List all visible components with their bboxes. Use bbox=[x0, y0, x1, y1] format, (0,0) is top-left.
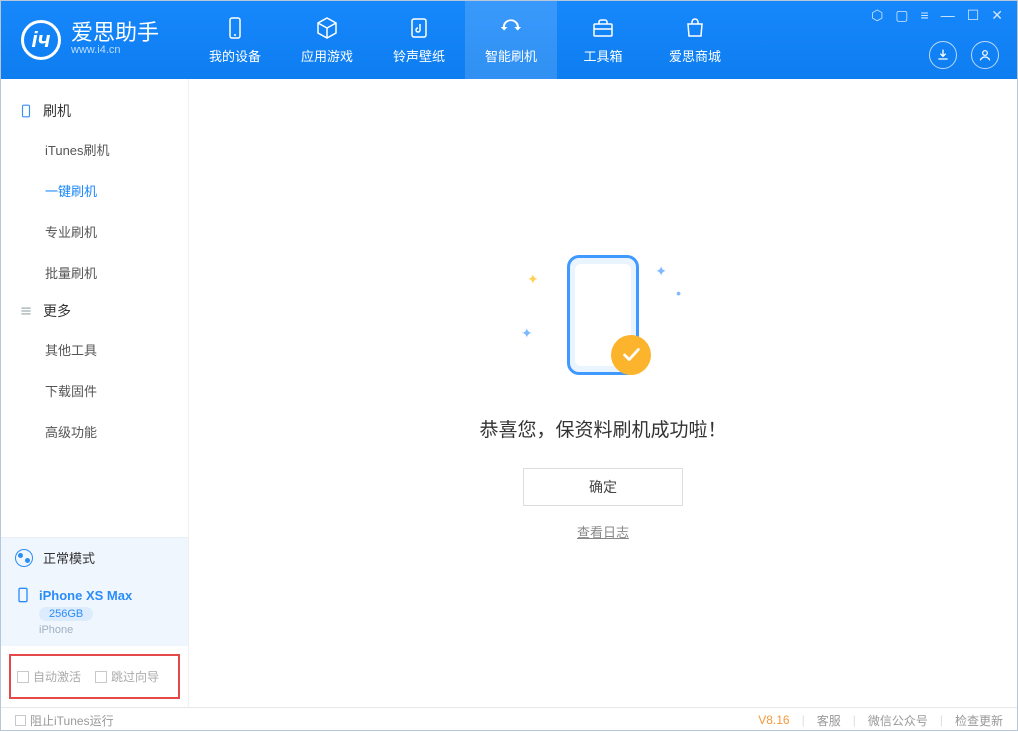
storage-pill: 256GB bbox=[39, 607, 93, 621]
group-label: 更多 bbox=[43, 301, 71, 321]
shirt-icon[interactable]: ⬡ bbox=[871, 7, 883, 27]
menu-icon[interactable]: ≡ bbox=[921, 7, 929, 27]
result-illustration: ✦ ✦ ✦ • bbox=[533, 245, 673, 385]
version-label: V8.16 bbox=[758, 713, 789, 727]
phone-icon bbox=[222, 16, 248, 40]
sparkle-icon: ✦ bbox=[655, 263, 667, 280]
nav-store[interactable]: 爱思商城 bbox=[649, 1, 741, 79]
separator: | bbox=[802, 713, 805, 727]
sidebar-nav: 刷机 iTunes刷机 一键刷机 专业刷机 批量刷机 更多 其他工具 下载固件 … bbox=[1, 79, 188, 537]
logo-icon: iч bbox=[21, 20, 61, 60]
nav-device[interactable]: 我的设备 bbox=[189, 1, 281, 79]
bag-icon bbox=[682, 16, 708, 40]
nav-ringtone[interactable]: 铃声壁纸 bbox=[373, 1, 465, 79]
success-message: 恭喜您，保资料刷机成功啦！ bbox=[479, 415, 726, 442]
header: iч 爱思助手 www.i4.cn 我的设备 应用游戏 铃声壁纸 智能刷机 工具… bbox=[1, 1, 1017, 79]
sidebar-item-oneclick[interactable]: 一键刷机 bbox=[1, 170, 188, 211]
group-label: 刷机 bbox=[43, 101, 71, 121]
status-bar: 阻止iTunes运行 V8.16 | 客服 | 微信公众号 | 检查更新 bbox=[1, 707, 1017, 732]
nav-label: 智能刷机 bbox=[485, 46, 537, 65]
nav-label: 应用游戏 bbox=[301, 46, 353, 65]
checkbox-icon bbox=[17, 671, 29, 683]
sidebar-item-firmware[interactable]: 下载固件 bbox=[1, 370, 188, 411]
support-link[interactable]: 客服 bbox=[817, 712, 841, 729]
checkbox-icon bbox=[15, 715, 26, 726]
mode-label: 正常模式 bbox=[43, 548, 95, 567]
checkbox-label: 跳过向导 bbox=[111, 668, 159, 685]
nav-toolbox[interactable]: 工具箱 bbox=[557, 1, 649, 79]
sidebar-item-other[interactable]: 其他工具 bbox=[1, 329, 188, 370]
user-icon bbox=[977, 47, 993, 63]
mode-box[interactable]: 正常模式 bbox=[1, 538, 188, 577]
device-type: iPhone bbox=[39, 624, 174, 636]
status-right: V8.16 | 客服 | 微信公众号 | 检查更新 bbox=[758, 712, 1003, 729]
checkbox-label: 自动激活 bbox=[33, 668, 81, 685]
nav-label: 铃声壁纸 bbox=[393, 46, 445, 65]
nav-flash[interactable]: 智能刷机 bbox=[465, 1, 557, 79]
sidebar-group-more: 更多 bbox=[1, 293, 188, 329]
checkbox-label: 阻止iTunes运行 bbox=[30, 712, 114, 729]
sparkle-icon: • bbox=[676, 285, 681, 301]
box-icon[interactable]: ▢ bbox=[895, 7, 908, 27]
sidebar-item-itunes[interactable]: iTunes刷机 bbox=[1, 129, 188, 170]
footer-options-highlighted: 自动激活 跳过向导 bbox=[9, 654, 180, 699]
user-button[interactable] bbox=[971, 41, 999, 69]
sparkle-icon: ✦ bbox=[527, 271, 539, 288]
sidebar-bottom: 正常模式 iPhone XS Max 256GB iPhone 自动激活 跳过向… bbox=[1, 537, 188, 707]
wechat-link[interactable]: 微信公众号 bbox=[868, 712, 928, 729]
main-content: ✦ ✦ ✦ • 恭喜您，保资料刷机成功啦！ 确定 查看日志 bbox=[189, 79, 1017, 707]
maximize-button[interactable]: ☐ bbox=[967, 7, 980, 27]
minimize-button[interactable]: — bbox=[941, 7, 955, 27]
download-icon bbox=[935, 47, 951, 63]
check-icon bbox=[620, 344, 642, 366]
block-itunes-checkbox[interactable]: 阻止iTunes运行 bbox=[15, 712, 114, 729]
nav-apps[interactable]: 应用游戏 bbox=[281, 1, 373, 79]
nav-label: 我的设备 bbox=[209, 46, 261, 65]
skip-guide-checkbox[interactable]: 跳过向导 bbox=[95, 668, 159, 685]
logo-text: 爱思助手 www.i4.cn bbox=[71, 22, 159, 57]
sidebar: 刷机 iTunes刷机 一键刷机 专业刷机 批量刷机 更多 其他工具 下载固件 … bbox=[1, 79, 189, 707]
check-update-link[interactable]: 检查更新 bbox=[955, 712, 1003, 729]
logo-area: iч 爱思助手 www.i4.cn bbox=[1, 1, 179, 79]
separator: | bbox=[940, 713, 943, 727]
checkbox-icon bbox=[95, 671, 107, 683]
sidebar-group-flash: 刷机 bbox=[1, 93, 188, 129]
list-icon bbox=[19, 304, 33, 318]
top-nav: 我的设备 应用游戏 铃声壁纸 智能刷机 工具箱 爱思商城 bbox=[189, 1, 741, 79]
refresh-shield-icon bbox=[498, 16, 524, 40]
sidebar-item-batch[interactable]: 批量刷机 bbox=[1, 252, 188, 293]
sparkle-icon: ✦ bbox=[521, 325, 533, 342]
sidebar-item-advanced[interactable]: 高级功能 bbox=[1, 411, 188, 452]
separator: | bbox=[853, 713, 856, 727]
success-badge bbox=[611, 335, 651, 375]
cube-icon bbox=[314, 16, 340, 40]
music-file-icon bbox=[406, 16, 432, 40]
header-actions bbox=[929, 41, 999, 69]
confirm-button[interactable]: 确定 bbox=[523, 468, 683, 506]
device-name: iPhone XS Max bbox=[39, 588, 132, 603]
body: 刷机 iTunes刷机 一键刷机 专业刷机 批量刷机 更多 其他工具 下载固件 … bbox=[1, 79, 1017, 707]
toolbox-icon bbox=[590, 16, 616, 40]
brand-url: www.i4.cn bbox=[71, 44, 159, 57]
nav-label: 工具箱 bbox=[584, 46, 623, 65]
auto-activate-checkbox[interactable]: 自动激活 bbox=[17, 668, 81, 685]
header-right: ⬡ ▢ ≡ — ☐ ✕ bbox=[871, 1, 1017, 79]
sidebar-item-pro[interactable]: 专业刷机 bbox=[1, 211, 188, 252]
device-small-icon bbox=[15, 587, 31, 603]
download-button[interactable] bbox=[929, 41, 957, 69]
view-log-link[interactable]: 查看日志 bbox=[577, 522, 629, 541]
brand-name: 爱思助手 bbox=[71, 22, 159, 44]
window-controls: ⬡ ▢ ≡ — ☐ ✕ bbox=[871, 7, 1003, 27]
close-button[interactable]: ✕ bbox=[991, 7, 1003, 27]
device-box[interactable]: iPhone XS Max 256GB iPhone bbox=[1, 577, 188, 646]
device-icon bbox=[19, 104, 33, 118]
mode-icon bbox=[15, 549, 33, 567]
nav-label: 爱思商城 bbox=[669, 46, 721, 65]
